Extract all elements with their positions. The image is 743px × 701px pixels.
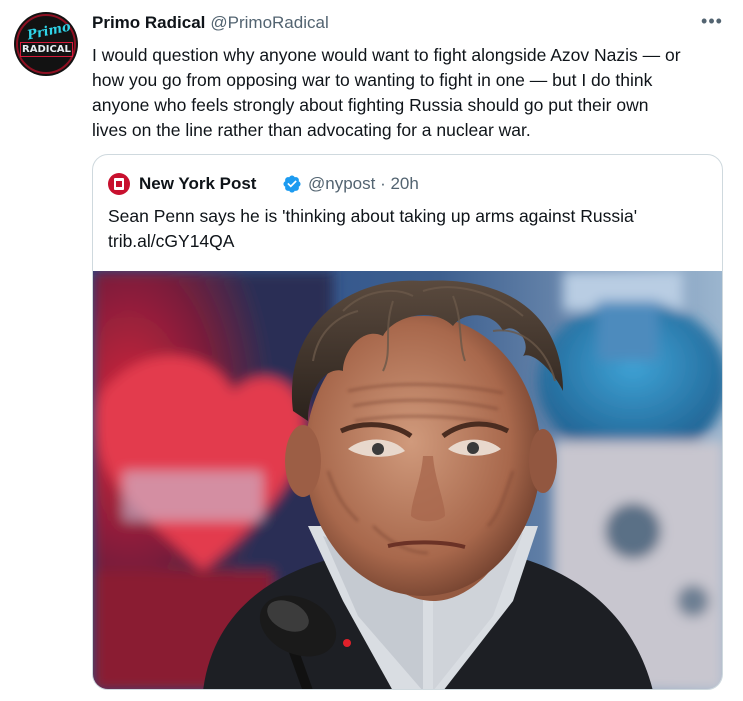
quoted-tweet[interactable]: New York Post @nypost · 20h Sean Penn sa… [92,154,723,690]
quoted-link[interactable]: trib.al/cGY14QA [108,229,708,254]
quoted-tweet-photo[interactable] [93,271,722,689]
tweet-header: Primo Radical @PrimoRadical [92,12,329,34]
tweet-text: I would question why anyone would want t… [92,43,732,143]
tweet-text-line: I would question why anyone would want t… [92,45,681,65]
author-handle[interactable]: @PrimoRadical [210,13,328,32]
author-name[interactable]: Primo Radical [92,13,205,32]
quoted-author-name[interactable]: New York Post [139,172,256,196]
author-avatar[interactable]: Primo RADICAL [14,12,78,76]
more-options-icon[interactable]: ••• [699,12,725,34]
tweet-text-line: lives on the line rather than advocating… [92,120,531,140]
portrait-illustration [93,271,722,689]
avatar-logo-text: RADICAL [20,42,73,57]
tweet-text-line: anyone who feels strongly about fighting… [92,95,649,115]
nypost-avatar[interactable] [108,173,130,195]
quoted-text-line: Sean Penn says he is 'thinking about tak… [108,206,638,226]
verified-badge-icon [283,175,301,193]
tweet-card[interactable]: Primo RADICAL Primo Radical @PrimoRadical… [0,0,743,701]
quoted-handle-and-time[interactable]: @nypost · 20h [308,172,419,196]
tweet-text-line: how you go from opposing war to wanting … [92,70,653,90]
quoted-tweet-text: Sean Penn says he is 'thinking about tak… [108,204,708,254]
